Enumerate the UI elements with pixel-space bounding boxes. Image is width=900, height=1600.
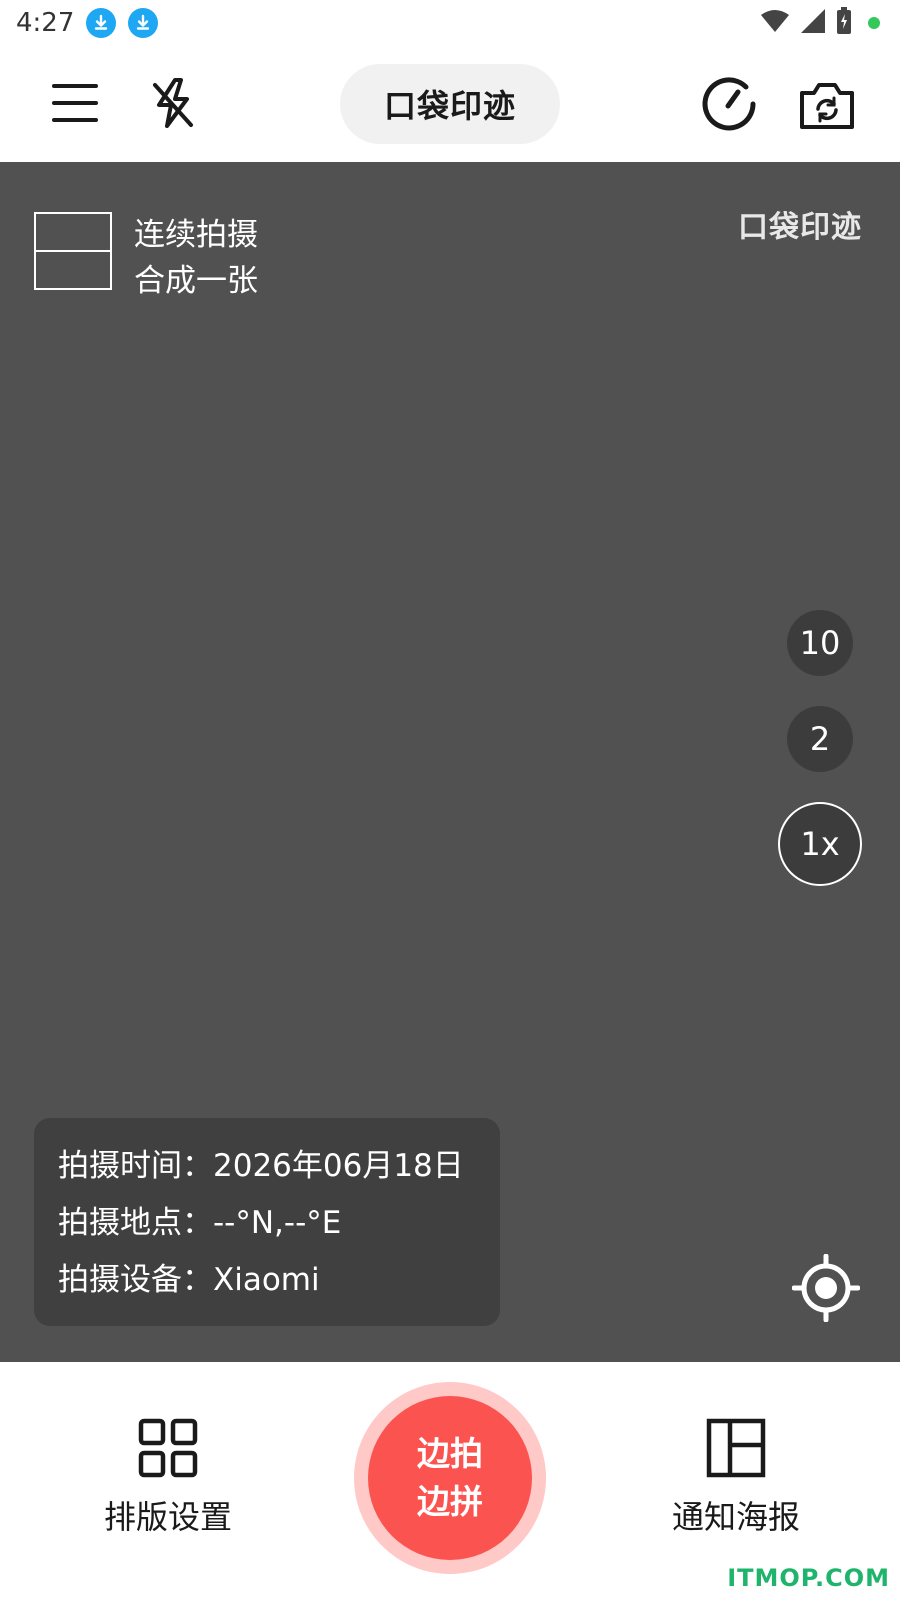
timer-button[interactable] bbox=[698, 74, 760, 136]
status-bar: 4:27 bbox=[0, 0, 900, 46]
download-notification-icon bbox=[128, 8, 159, 38]
capture-mode-text: 连续拍摄 合成一张 bbox=[134, 212, 258, 304]
app-title: 口袋印迹 bbox=[340, 64, 560, 144]
flash-off-icon bbox=[153, 78, 193, 128]
status-time: 4:27 bbox=[16, 8, 75, 38]
capture-mode-line2: 合成一张 bbox=[134, 263, 258, 299]
brand-watermark: 口袋印迹 bbox=[738, 210, 862, 245]
location-target-icon bbox=[791, 1253, 861, 1323]
shutter-label-line1: 边拍 bbox=[417, 1434, 483, 1473]
photo-info-panel[interactable]: 拍摄时间：2026年06月18日 拍摄地点：--°N,--°E 拍摄设备：Xia… bbox=[34, 1118, 500, 1326]
zoom-2-button[interactable]: 2 bbox=[787, 706, 853, 772]
capture-mode-indicator[interactable]: 连续拍摄 合成一张 bbox=[34, 212, 258, 304]
layout-settings-button[interactable]: 排版设置 bbox=[88, 1418, 248, 1538]
top-toolbar: 口袋印迹 bbox=[0, 46, 900, 162]
camera-viewfinder[interactable]: 连续拍摄 合成一张 口袋印迹 10 2 1x 拍摄时间：2026年06月18日 … bbox=[0, 162, 900, 1362]
battery-icon bbox=[836, 7, 852, 39]
shutter-button[interactable]: 边拍 边拼 bbox=[354, 1382, 546, 1574]
privacy-indicator-dot bbox=[868, 17, 880, 29]
site-watermark: ITMOP.COM bbox=[727, 1564, 890, 1592]
capture-device-row: 拍摄设备：Xiaomi bbox=[58, 1262, 320, 1298]
shutter-label-line2: 边拼 bbox=[417, 1482, 483, 1521]
capture-location-row: 拍摄地点：--°N,--°E bbox=[58, 1205, 342, 1241]
locate-button[interactable] bbox=[791, 1253, 861, 1323]
wifi-icon bbox=[760, 9, 790, 37]
hamburger-menu-icon bbox=[52, 84, 98, 122]
camera-switch-icon bbox=[800, 83, 854, 129]
poster-layout-icon bbox=[706, 1418, 766, 1478]
download-notification-icon bbox=[86, 8, 117, 38]
capture-time-row: 拍摄时间：2026年06月18日 bbox=[58, 1148, 464, 1184]
notice-poster-label: 通知海报 bbox=[671, 1498, 800, 1536]
cellular-signal-icon bbox=[800, 8, 826, 38]
status-right bbox=[760, 7, 880, 39]
capture-mode-line1: 连续拍摄 bbox=[134, 217, 258, 253]
flash-toggle-button[interactable] bbox=[142, 72, 204, 134]
zoom-1x-button[interactable]: 1x bbox=[778, 802, 862, 886]
timer-icon bbox=[702, 77, 756, 131]
split-layout-icon bbox=[34, 212, 112, 290]
bottom-bar: 排版设置 边拍 边拼 通知海报 ITMOP.COM bbox=[0, 1362, 900, 1600]
zoom-10-button[interactable]: 10 bbox=[787, 610, 853, 676]
layout-settings-label: 排版设置 bbox=[103, 1498, 232, 1536]
shutter-inner: 边拍 边拼 bbox=[368, 1396, 532, 1560]
notice-poster-button[interactable]: 通知海报 bbox=[656, 1418, 816, 1538]
status-left: 4:27 bbox=[16, 8, 159, 38]
menu-button[interactable] bbox=[48, 76, 102, 130]
grid-layout-icon bbox=[138, 1418, 198, 1478]
switch-camera-button[interactable] bbox=[796, 74, 858, 136]
